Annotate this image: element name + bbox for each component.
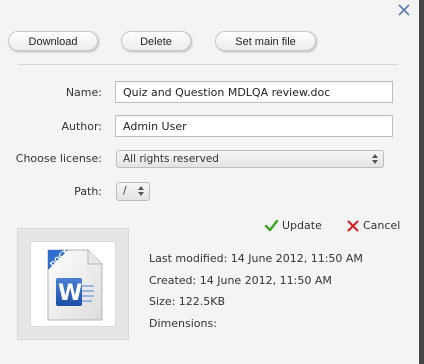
- license-select[interactable]: All rights reserved: [116, 150, 384, 168]
- name-label: Name:: [65, 86, 102, 99]
- select-arrows-icon: [138, 186, 144, 196]
- window-edge: [419, 0, 424, 364]
- created-text: Created: 14 June 2012, 11:50 AM: [149, 274, 332, 287]
- size-text: Size: 122.5KB: [149, 295, 226, 308]
- license-selected-value: All rights reserved: [123, 153, 219, 165]
- author-label: Author:: [61, 120, 102, 133]
- toolbar-separator: [18, 64, 398, 65]
- dimensions-text: Dimensions:: [149, 317, 217, 330]
- cancel-label: Cancel: [363, 219, 401, 232]
- delete-button[interactable]: Delete: [121, 31, 191, 51]
- name-field[interactable]: Quiz and Question MDLQA review.doc: [115, 81, 393, 103]
- file-picker-dialog: Download Delete Set main file Name: Quiz…: [0, 0, 419, 364]
- download-button[interactable]: Download: [8, 31, 98, 51]
- license-label: Choose license:: [15, 152, 102, 165]
- select-arrows-icon: [372, 154, 378, 164]
- svg-text:W: W: [58, 281, 82, 306]
- dialog-title-bar: [0, 0, 419, 22]
- word-docx-file-icon: DOCX W: [47, 248, 103, 321]
- last-modified-text: Last modified: 14 June 2012, 11:50 AM: [149, 252, 363, 265]
- path-select[interactable]: /: [116, 182, 150, 201]
- path-selected-value: /: [123, 185, 127, 197]
- close-icon[interactable]: [397, 3, 411, 17]
- set-main-file-button[interactable]: Set main file: [215, 31, 316, 51]
- thumbnail-frame: DOCX W: [30, 241, 116, 327]
- path-label: Path:: [74, 185, 102, 198]
- cancel-button[interactable]: Cancel: [347, 218, 407, 234]
- author-field[interactable]: Admin User: [115, 115, 393, 137]
- update-label: Update: [282, 219, 322, 232]
- file-thumbnail: DOCX W: [17, 228, 129, 340]
- update-button[interactable]: Update: [265, 218, 325, 234]
- cross-icon: [347, 220, 359, 232]
- checkmark-icon: [265, 219, 278, 232]
